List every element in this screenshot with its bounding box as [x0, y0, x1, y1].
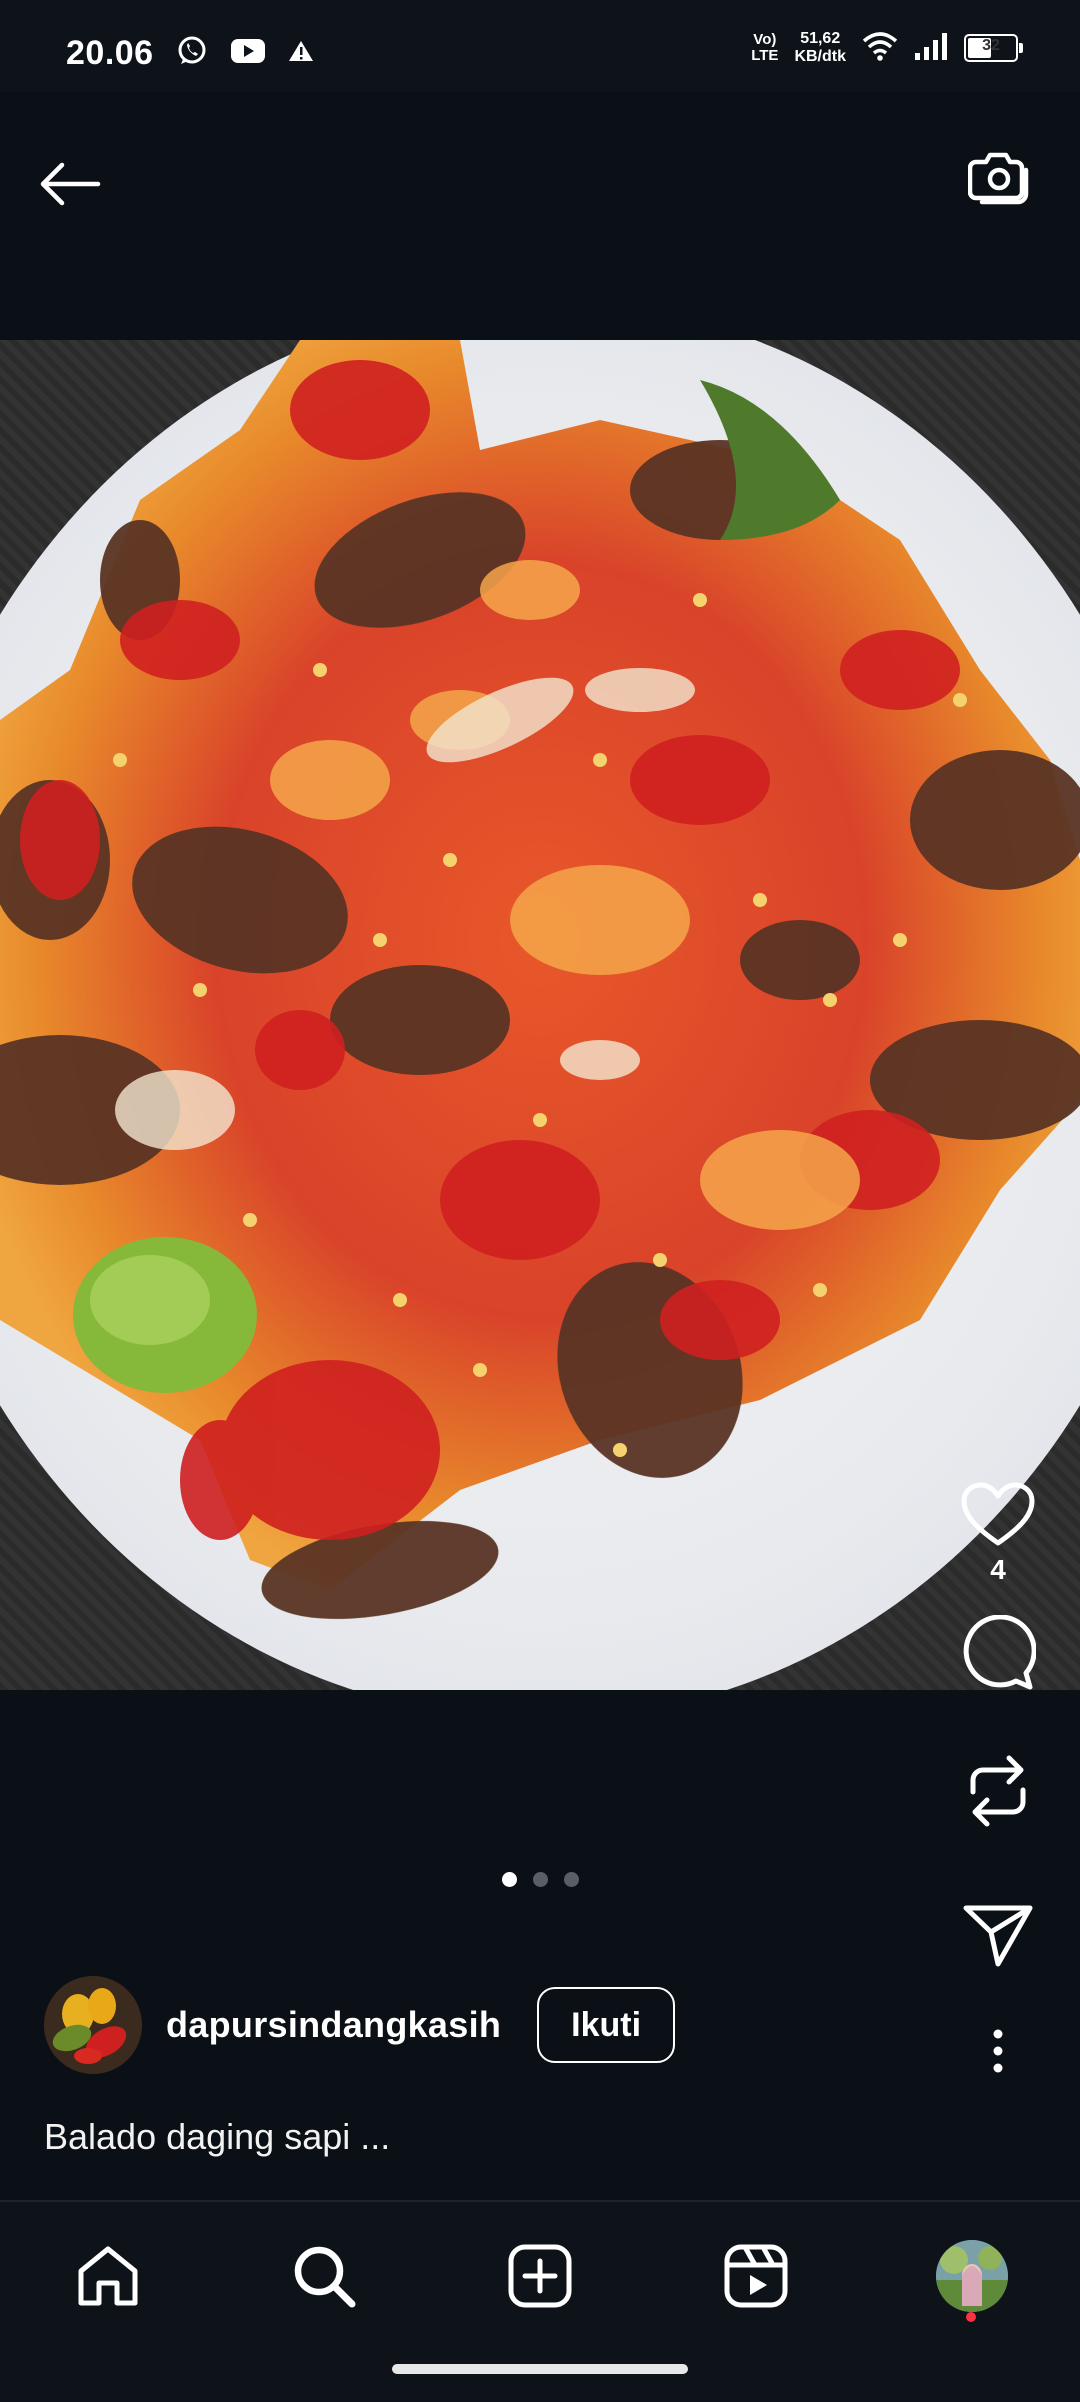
- nav-home[interactable]: [68, 2236, 148, 2316]
- heart-icon: [961, 1482, 1035, 1546]
- volte-indicator: Vo) LTE: [751, 32, 778, 64]
- nav-reels[interactable]: [716, 2236, 796, 2316]
- follow-button[interactable]: Ikuti: [537, 1987, 676, 2063]
- warning-icon: [288, 39, 314, 68]
- like-button[interactable]: [953, 1470, 1043, 1560]
- net-speed-unit: KB/dtk: [794, 48, 846, 65]
- status-bar: 20.06 Vo) LTE 51,62 KB/dtk 32: [0, 0, 1080, 92]
- nav-search[interactable]: [284, 2236, 364, 2316]
- post-caption[interactable]: Balado daging sapi ...: [44, 2116, 390, 2158]
- net-speed: 51,62 KB/dtk: [794, 30, 846, 66]
- share-button[interactable]: [953, 1890, 1043, 1980]
- profile-notification-dot: [966, 2312, 976, 2322]
- author-avatar-image: [44, 1976, 142, 2074]
- nav-create[interactable]: [500, 2236, 580, 2316]
- back-button[interactable]: [30, 144, 110, 224]
- battery-percent: 32: [982, 37, 1000, 54]
- like-count: 4: [990, 1554, 1006, 1585]
- status-right: Vo) LTE 51,62 KB/dtk 32: [751, 30, 1023, 66]
- action-rail: 4: [938, 1470, 1058, 2096]
- home-indicator[interactable]: [392, 2364, 688, 2374]
- back-arrow-icon: [40, 162, 101, 206]
- repost-button[interactable]: [953, 1746, 1043, 1836]
- camera-icon: [968, 152, 1029, 205]
- home-icon: [78, 2246, 138, 2306]
- comment-button[interactable]: [953, 1608, 1043, 1698]
- author-avatar[interactable]: [44, 1976, 142, 2074]
- comment-icon: [963, 1615, 1036, 1690]
- status-left: 20.06: [66, 34, 314, 73]
- carousel-dot: [563, 1872, 579, 1887]
- search-icon: [294, 2246, 356, 2308]
- food-image: [0, 340, 1080, 1619]
- carousel-dot-active: [501, 1872, 517, 1887]
- carousel-indicator: [0, 1872, 1080, 1887]
- wifi-icon: [862, 31, 898, 66]
- author-row: dapursindangkasih Ikuti: [44, 1976, 676, 2074]
- repost-icon: [970, 1755, 1026, 1827]
- more-vertical-icon: [993, 2029, 1003, 2073]
- volte-bottom: LTE: [751, 47, 779, 64]
- volte-top: Vo): [753, 31, 777, 48]
- author-username[interactable]: dapursindangkasih: [166, 2004, 501, 2046]
- camera-button[interactable]: [960, 136, 1040, 216]
- nav-profile[interactable]: [932, 2236, 1012, 2316]
- net-speed-value: 51,62: [800, 30, 841, 47]
- top-bar: [0, 92, 1080, 342]
- profile-avatar: [936, 2240, 1008, 2312]
- create-icon: [508, 2244, 572, 2308]
- signal-icon: [914, 31, 948, 66]
- more-options-button[interactable]: [953, 2006, 1043, 2096]
- battery-icon: 32: [964, 34, 1023, 62]
- battery-tip: [1019, 43, 1023, 53]
- carousel-dot: [532, 1872, 548, 1887]
- youtube-icon: [230, 37, 266, 70]
- whatsapp-icon: [176, 35, 208, 72]
- send-icon: [963, 1905, 1033, 1967]
- post-photo[interactable]: [0, 340, 1080, 1690]
- reels-icon: [724, 2244, 788, 2308]
- status-time: 20.06: [66, 34, 154, 72]
